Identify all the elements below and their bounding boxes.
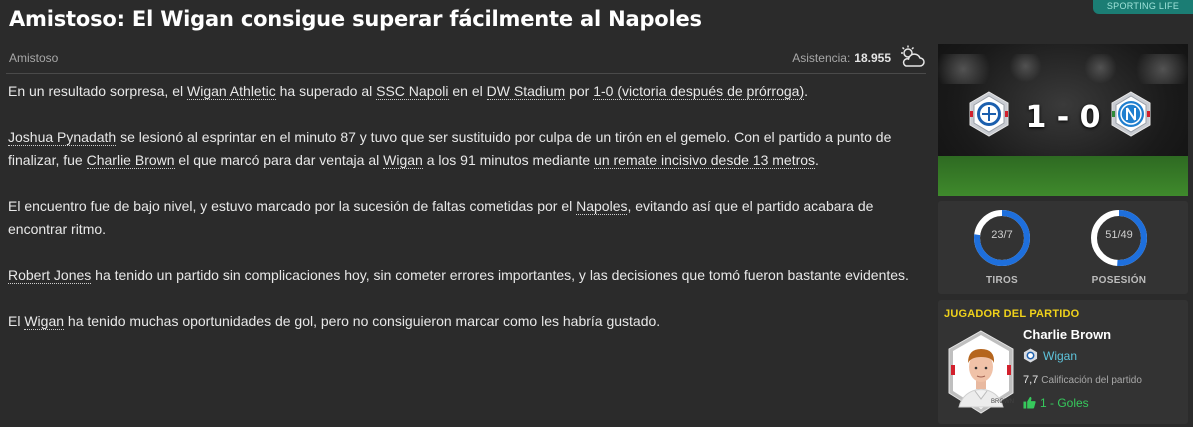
match-stats-card[interactable]: 23/7 TIROS 51/49 POSESIÓN [938,201,1188,294]
text: en el [448,83,487,99]
text: por [565,83,594,99]
article-body: En un resultado sorpresa, el Wigan Athle… [8,80,926,356]
attendance: Asistencia: 18.955 [792,51,891,65]
divider [6,73,926,74]
text: ha tenido muchas oportunidades de gol, p… [64,313,661,329]
player-portrait[interactable]: BROWN [945,329,1017,415]
paragraph: El encuentro fue de bajo nivel, y estuvo… [8,195,926,241]
paragraph: En un resultado sorpresa, el Wigan Athle… [8,80,926,103]
shirt-name: BROWN [991,399,1014,405]
possession-value: 51/49 [1105,229,1133,241]
attendance-value: 18.955 [854,51,891,65]
partly-cloudy-icon [901,45,925,67]
headline: Amistoso: El Wigan consigue superar fáci… [9,7,702,31]
match-score-card[interactable]: 1 - 0 [938,44,1188,196]
player-rating: 7,7 Calificación del partido [1023,374,1142,386]
link-wigan-athletic[interactable]: Wigan Athletic [187,83,276,100]
player-goals: 1 - Goles [1023,396,1089,410]
player-name[interactable]: Charlie Brown [1023,327,1111,342]
rating-value: 7,7 [1023,374,1039,386]
pitch [938,156,1188,196]
text: El [8,313,25,329]
section-tag[interactable]: SPORTING LIFE [1093,0,1193,14]
text: el que marcó para dar ventaja al [174,152,384,168]
match-score: 1 - 0 [1025,100,1101,135]
paragraph: Joshua Pynadath se lesionó al esprintar … [8,126,926,172]
possession-label: POSESIÓN [1091,275,1147,286]
player-of-match-card[interactable]: JUGADOR DEL PARTIDO BROWN Charlie Brown … [938,300,1188,424]
text: En un resultado sorpresa, el [8,83,187,99]
link-dw-stadium[interactable]: DW Stadium [486,83,566,100]
link-match-result[interactable]: 1-0 (victoria después de prórroga) [593,83,805,100]
shots-label: TIROS [985,275,1019,286]
text: El encuentro fue de bajo nivel, y estuvo… [8,198,577,214]
link-wigan[interactable]: Wigan [24,313,65,330]
link-joshua-pynadath[interactable]: Joshua Pynadath [8,129,117,146]
player-club-name[interactable]: Wigan [1043,349,1077,363]
wigan-crest-icon [1023,348,1038,363]
player-club[interactable]: Wigan [1023,348,1077,364]
paragraph: Robert Jones ha tenido un partido sin co… [8,264,926,287]
competition-label: Amistoso [9,51,59,65]
link-ssc-napoli[interactable]: SSC Napoli [376,83,449,100]
napoli-crest-icon[interactable] [1108,91,1154,137]
article-meta: Amistoso Asistencia: 18.955 [9,45,927,69]
potm-title: JUGADOR DEL PARTIDO [944,308,1080,320]
thumbs-up-icon [1023,396,1036,409]
article-header: Amistoso: El Wigan consigue superar fáci… [0,0,1193,38]
stadium-lights [938,54,1188,84]
link-napoles[interactable]: Napoles [576,198,628,215]
link-charlie-brown[interactable]: Charlie Brown [86,152,175,169]
text: a los 91 minutos mediante [422,152,595,168]
link-robert-jones[interactable]: Robert Jones [8,267,92,284]
attendance-label: Asistencia: [792,51,851,65]
paragraph: El Wigan ha tenido muchas oportunidades … [8,310,926,333]
link-goal-description[interactable]: un remate incisivo desde 13 metros [594,152,816,169]
article: Amistoso Asistencia: 18.955 En un resulta… [0,40,930,427]
goals-text: 1 - Goles [1040,396,1089,410]
link-wigan[interactable]: Wigan [383,152,423,169]
text: ha tenido un partido sin complicaciones … [91,267,909,283]
text: . [804,83,809,99]
shots-value: 23/7 [991,229,1013,241]
text: ha superado al [275,83,377,99]
rating-label: Calificación del partido [1041,375,1142,386]
wigan-crest-icon[interactable] [966,91,1012,137]
text: . [815,152,819,168]
